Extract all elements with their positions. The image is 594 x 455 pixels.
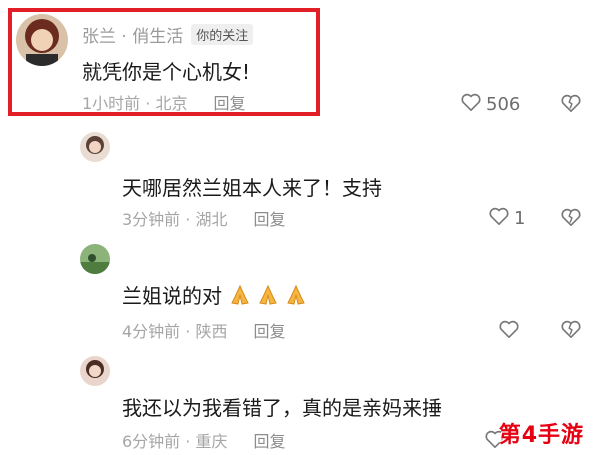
comment-meta: 3分钟前 · 湖北 回复 — [122, 206, 285, 230]
avatar[interactable] — [80, 356, 110, 386]
reply-button[interactable]: 回复 — [253, 428, 285, 452]
comment-time-location: 3分钟前 · 湖北 — [122, 210, 228, 229]
like-button[interactable]: 1 — [488, 206, 525, 231]
folded-hands-emoji — [287, 284, 305, 305]
dislike-button[interactable] — [560, 207, 582, 231]
comment-text-content: 兰姐说的对 — [122, 284, 222, 308]
comment-time-location: 6分钟前 · 重庆 — [122, 432, 228, 451]
broken-heart-icon — [560, 320, 582, 343]
avatar[interactable] — [80, 132, 110, 162]
folded-hands-emoji-group — [228, 283, 308, 307]
comment-item: 兰姐说的对 4分钟前 · 陕西 回复 — [0, 232, 594, 344]
comment-meta: 6分钟前 · 重庆 回复 — [122, 428, 285, 452]
highlight-box — [8, 8, 320, 116]
reply-button[interactable]: 回复 — [253, 318, 285, 342]
comment-item: 天哪居然兰姐本人来了！支持 3分钟前 · 湖北 回复 1 — [0, 120, 594, 230]
heart-outline-icon — [460, 92, 482, 117]
folded-hands-emoji — [231, 284, 249, 305]
like-count: 506 — [486, 94, 521, 115]
like-button[interactable]: 506 — [460, 92, 520, 117]
like-count: 1 — [514, 208, 526, 229]
comment-meta: 4分钟前 · 陕西 回复 — [122, 318, 285, 342]
avatar[interactable] — [80, 244, 110, 274]
heart-outline-icon — [498, 319, 520, 344]
dislike-button[interactable] — [560, 93, 582, 117]
broken-heart-icon — [560, 208, 582, 231]
comment-text: 我还以为我看错了，真的是亲妈来捶 — [122, 396, 442, 420]
like-button[interactable] — [498, 319, 520, 344]
folded-hands-emoji — [259, 284, 277, 305]
reply-button[interactable]: 回复 — [253, 206, 285, 230]
comment-text: 天哪居然兰姐本人来了！支持 — [122, 176, 382, 200]
comment-text: 兰姐说的对 — [122, 280, 308, 309]
dislike-button[interactable] — [560, 319, 582, 343]
comment-time-location: 4分钟前 · 陕西 — [122, 322, 228, 341]
broken-heart-icon — [560, 94, 582, 117]
watermark-logo: 第4手游 — [498, 423, 584, 448]
heart-outline-icon — [488, 206, 510, 231]
